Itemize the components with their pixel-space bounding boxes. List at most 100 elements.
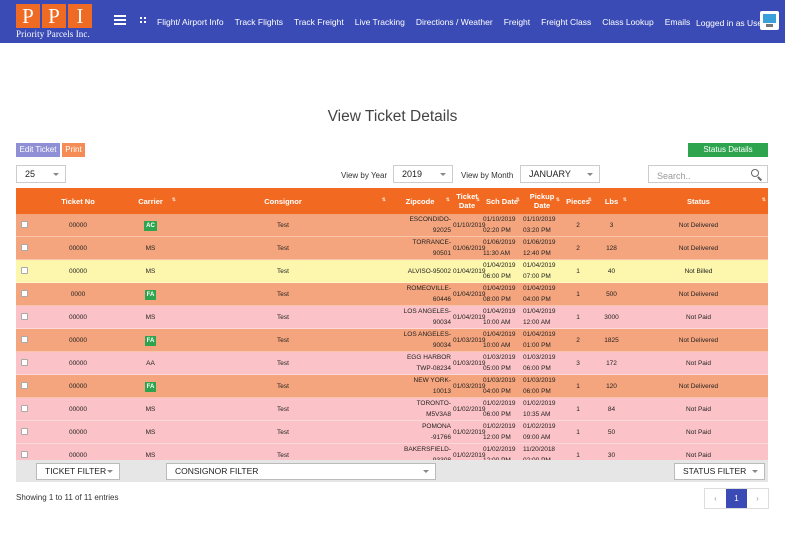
sort-arrows-icon[interactable]: ⇅: [476, 196, 480, 205]
status-details-button[interactable]: Status Details: [688, 143, 768, 157]
column-header-zipcode[interactable]: Zipcode ⇅: [388, 188, 452, 214]
column-header-consignor[interactable]: Consignor ⇅: [178, 188, 388, 214]
cell-lbs: 3000: [594, 305, 629, 329]
row-checkbox[interactable]: [21, 428, 28, 436]
previous-page-button[interactable]: ‹: [705, 489, 726, 508]
cell-zipcode: NEW YORK- 10013: [388, 374, 452, 398]
ticket-filter-button[interactable]: TICKET FILTER: [36, 463, 120, 480]
nav-link-freight[interactable]: Freight: [504, 17, 530, 27]
month-select[interactable]: JANUARY: [520, 165, 600, 183]
column-header-ticket-date[interactable]: Ticket Date ⇅: [452, 188, 482, 214]
grid-icon[interactable]: [140, 17, 147, 24]
page-size-select[interactable]: 25: [16, 165, 66, 183]
row-checkbox[interactable]: [21, 313, 28, 321]
cell-ticket-date: 01/03/2019: [452, 374, 486, 398]
nav-links: Flight/ Airport Info Track Flights Track…: [157, 0, 701, 43]
column-header-sch-date[interactable]: Sch Date ⇅: [482, 188, 522, 214]
row-checkbox[interactable]: [21, 244, 28, 252]
cell-zipcode: TORRANCE- 90501: [388, 236, 452, 260]
logged-in-user-label[interactable]: Logged in as User: [696, 18, 765, 28]
table-row[interactable]: 00000 AC Test ESCONDIDO- 92025 01/10/2019 01/…: [16, 214, 768, 237]
column-header-lbs[interactable]: Lbs ⇅: [594, 188, 629, 214]
nav-link-directions-weather[interactable]: Directions / Weather: [416, 17, 493, 27]
cell-sch-date: 01/02/2019 12:00 PM: [482, 420, 522, 444]
ppi-logo[interactable]: P P I Priority Parcels Inc.: [16, 4, 96, 40]
table-row[interactable]: 00000 MS Test TORRANCE- 90501 01/06/2019 01/0…: [16, 236, 768, 260]
sort-arrows-icon[interactable]: ⇅: [762, 196, 766, 205]
cell-carrier: MS: [123, 236, 178, 260]
logo-subtitle: Priority Parcels Inc.: [16, 29, 90, 39]
column-header-select: [16, 188, 33, 214]
nav-link-track-flights[interactable]: Track Flights: [235, 17, 283, 27]
user-computer-icon[interactable]: [760, 11, 779, 30]
sort-arrows-icon[interactable]: ⇅: [623, 196, 627, 205]
sort-arrows-icon[interactable]: ⇅: [556, 196, 560, 205]
consignor-filter-select[interactable]: CONSIGNOR FILTER: [166, 463, 436, 480]
search-icon[interactable]: [751, 169, 763, 181]
sort-arrows-icon[interactable]: ⇅: [172, 196, 176, 205]
nav-link-class-lookup[interactable]: Class Lookup: [602, 17, 654, 27]
table-row[interactable]: 00000 AA Test EGG HARBOR TWP-08234 01/03/201…: [16, 351, 768, 375]
page-1-button[interactable]: 1: [726, 489, 747, 508]
hamburger-menu-icon[interactable]: [114, 15, 126, 25]
cell-consignor: Test: [178, 282, 388, 306]
nav-link-freight-class[interactable]: Freight Class: [541, 17, 591, 27]
edit-ticket-button[interactable]: Edit Ticket: [16, 143, 60, 157]
cell-status: Not Paid: [629, 351, 768, 375]
row-checkbox[interactable]: [21, 267, 28, 275]
column-header-pickup-date[interactable]: Pickup Date ⇅: [522, 188, 562, 214]
cell-consignor: Test: [178, 236, 388, 260]
cell-sch-date: 01/04/2019 10:00 AM: [482, 305, 522, 329]
row-checkbox[interactable]: [21, 336, 28, 344]
sort-arrows-icon[interactable]: ⇅: [382, 196, 386, 205]
row-checkbox[interactable]: [21, 290, 28, 298]
cell-carrier: FA: [123, 328, 178, 352]
column-header-pieces[interactable]: Pieces ⇅: [562, 188, 594, 214]
nav-link-flight-airport-info[interactable]: Flight/ Airport Info: [157, 17, 224, 27]
entries-summary: Showing 1 to 11 of 11 entries: [16, 493, 119, 502]
column-header-carrier[interactable]: Carrier ⇅: [123, 188, 178, 214]
table-row[interactable]: 00000 MS Test LOS ANGELES- 90034 01/04/2019 0…: [16, 305, 768, 329]
logo-letter: I: [68, 4, 92, 28]
table-row[interactable]: 00000 FA Test NEW YORK- 10013 01/03/2019 01/0…: [16, 374, 768, 398]
cell-pickup-date: 01/04/2019 12:00 AM: [522, 305, 562, 329]
cell-lbs: 50: [594, 420, 629, 444]
cell-select: [16, 328, 33, 352]
cell-status: Not Paid: [629, 305, 768, 329]
status-filter-button[interactable]: STATUS FILTER: [674, 463, 765, 480]
cell-status: Not Billed: [629, 259, 768, 283]
next-page-button[interactable]: ›: [747, 489, 768, 508]
sort-arrows-icon[interactable]: ⇅: [446, 196, 450, 205]
sort-arrows-icon[interactable]: ⇅: [516, 196, 520, 205]
cell-zipcode: ALVISO-95002: [388, 259, 452, 283]
column-header-ticket-no[interactable]: Ticket No: [33, 188, 123, 214]
cell-consignor: Test: [178, 328, 388, 352]
year-select[interactable]: 2019: [393, 165, 453, 183]
cell-pickup-date: 01/04/2019 07:00 PM: [522, 259, 562, 283]
row-checkbox[interactable]: [21, 221, 28, 229]
row-checkbox[interactable]: [21, 382, 28, 390]
table-row[interactable]: 00000 MS Test TORONTO- M5V3A8 01/02/2019 01/0…: [16, 397, 768, 421]
nav-link-live-tracking[interactable]: Live Tracking: [355, 17, 405, 27]
column-header-status[interactable]: Status ⇅: [629, 188, 768, 214]
cell-select: [16, 374, 33, 398]
table-row[interactable]: 00000 MS Test ALVISO-95002 01/04/2019 01/04/2…: [16, 259, 768, 283]
search-box: [648, 165, 768, 184]
print-button[interactable]: Print: [62, 143, 85, 157]
month-value: JANUARY: [529, 169, 571, 179]
cell-consignor: Test: [178, 397, 388, 421]
nav-link-emails[interactable]: Emails: [665, 17, 691, 27]
nav-link-track-freight[interactable]: Track Freight: [294, 17, 344, 27]
table-row[interactable]: 00000 FA Test LOS ANGELES- 90034 01/03/2019 0…: [16, 328, 768, 352]
table-row[interactable]: 0000 FA Test ROMEOVILLE- 60446 01/04/2019 01/…: [16, 282, 768, 306]
chevron-down-icon: [587, 173, 593, 176]
cell-carrier: FA: [123, 282, 178, 306]
row-checkbox[interactable]: [21, 359, 28, 367]
ticket-filter-label: TICKET FILTER: [45, 466, 107, 476]
search-input[interactable]: [649, 168, 744, 184]
row-checkbox[interactable]: [21, 451, 28, 459]
table-row[interactable]: 00000 MS Test POMONA -91766 01/02/2019 01/02/…: [16, 420, 768, 444]
row-checkbox[interactable]: [21, 405, 28, 413]
sort-arrows-icon[interactable]: ⇅: [588, 196, 592, 205]
cell-zipcode: ESCONDIDO- 92025: [388, 214, 452, 237]
